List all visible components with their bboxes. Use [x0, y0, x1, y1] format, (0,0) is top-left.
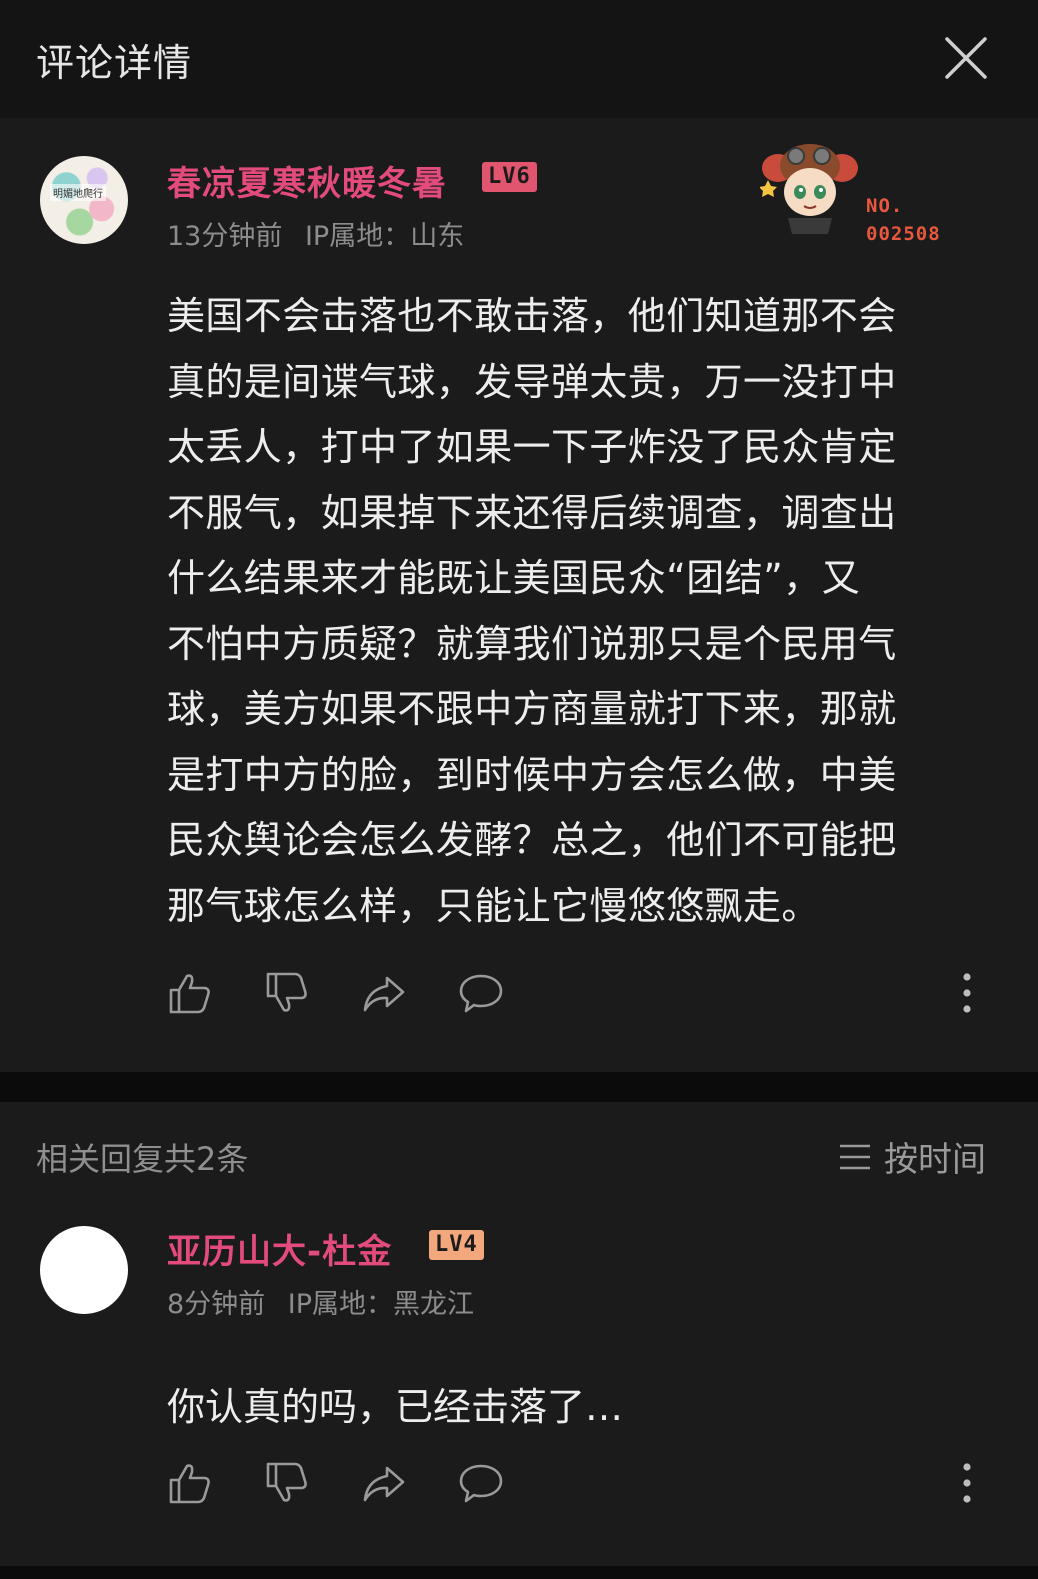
reply-share-button[interactable]: [361, 1460, 407, 1506]
share-button[interactable]: [361, 970, 407, 1016]
reply-ip: IP属地：黑龙江: [287, 1289, 475, 1320]
more-options-button[interactable]: [947, 970, 987, 1016]
reply-time: 8分钟前: [167, 1289, 266, 1320]
fan-no-value: 002508: [866, 223, 941, 245]
sort-by-time-button[interactable]: 按时间: [838, 1132, 986, 1180]
page-header: 评论详情: [0, 0, 1038, 118]
close-icon: [945, 37, 987, 79]
thumbs-up-icon: [169, 1464, 210, 1504]
reply-like-button[interactable]: [167, 1460, 213, 1506]
bottom-divider: [0, 1566, 1038, 1579]
comment-line: 不怕中方质疑？就算我们说那只是个民用气: [167, 621, 897, 666]
reply-level-badge: LV4: [429, 1230, 484, 1260]
comment-line: 那气球怎么样，只能让它慢悠悠飘走。: [167, 883, 820, 928]
comment-actions: [167, 970, 987, 1020]
thumbs-down-icon: [266, 1462, 307, 1502]
dislike-button[interactable]: [264, 970, 310, 1016]
level-badge: LV6: [482, 162, 537, 192]
comment-bubble-icon: [459, 1464, 503, 1503]
more-vertical-icon: [963, 1463, 971, 1503]
share-icon: [363, 1466, 405, 1502]
reply-actions: [167, 1460, 987, 1510]
section-divider: [0, 1072, 1038, 1102]
comment-time: 13分钟前: [167, 221, 283, 252]
comment-line: 不服气，如果掉下来还得后续调查，调查出: [167, 490, 897, 535]
comment-line: 球，美方如果不跟中方商量就打下来，那就: [167, 687, 897, 731]
reply-dislike-button[interactable]: [264, 1460, 310, 1506]
reply-comment-button[interactable]: [458, 1460, 504, 1506]
more-vertical-icon: [963, 973, 971, 1013]
reply-meta: 8分钟前 IP属地：黑龙江: [167, 1282, 474, 1321]
reply-count-label: 相关回复共2条: [36, 1140, 249, 1178]
comment-username[interactable]: 春凉夏寒秋暖冬暑: [167, 156, 447, 205]
sort-label: 按时间: [884, 1140, 986, 1180]
comment-line: 民众舆论会怎么发酵？总之，他们不可能把: [167, 818, 897, 862]
comment-body: 美国不会击落也不敢击落，他们知道那不会 真的是间谍气球，发导弹太贵，万一没打中 …: [167, 284, 987, 939]
menu-lines-icon: [840, 1144, 870, 1169]
reply-body: 你认真的吗，已经击落了…: [167, 1385, 624, 1429]
reply-more-options-button[interactable]: [947, 1460, 987, 1506]
page-title: 评论详情: [36, 41, 193, 85]
fan-badge[interactable]: NO. 002508: [759, 136, 960, 245]
reply-username[interactable]: 亚历山大-杜金: [167, 1224, 392, 1273]
fan-no-label: NO.: [866, 195, 904, 217]
thumbs-down-icon: [266, 972, 307, 1012]
comment-line: 什么结果来才能既让美国民众“团结”，又: [167, 556, 860, 600]
avatar[interactable]: 明媚地爬行: [40, 156, 128, 244]
fan-character-icon: [759, 144, 858, 234]
thumbs-up-icon: [169, 974, 210, 1014]
comment-line: 太丢人，打中了如果一下子炸没了民众肯定: [167, 425, 897, 469]
reply-avatar[interactable]: [40, 1226, 128, 1314]
comment-meta: 13分钟前 IP属地：山东: [167, 214, 464, 253]
fan-number-block: NO. 002508: [866, 192, 941, 248]
comment-line: 真的是间谍气球，发导弹太贵，万一没打中: [167, 359, 897, 404]
replies-section: 相关回复共2条 按时间 亚历山大-杜金 LV4 8分钟前 IP属地：黑龙江 你认…: [0, 1102, 1038, 1579]
close-button[interactable]: [944, 36, 988, 80]
main-comment: 明媚地爬行 春凉夏寒秋暖冬暑 LV6 13分钟前 IP属地：山东 NO. 002…: [0, 118, 1038, 1072]
comment-ip: IP属地：山东: [304, 221, 465, 252]
avatar-text: 明媚地爬行: [50, 184, 106, 201]
comment-bubble-icon: [459, 974, 503, 1013]
comment-line: 是打中方的脸，到时候中方会怎么做，中美: [167, 752, 897, 797]
comment-line: 美国不会击落也不敢击落，他们知道那不会: [167, 294, 897, 338]
share-icon: [363, 976, 405, 1012]
like-button[interactable]: [167, 970, 213, 1016]
reply-button[interactable]: [458, 970, 504, 1016]
